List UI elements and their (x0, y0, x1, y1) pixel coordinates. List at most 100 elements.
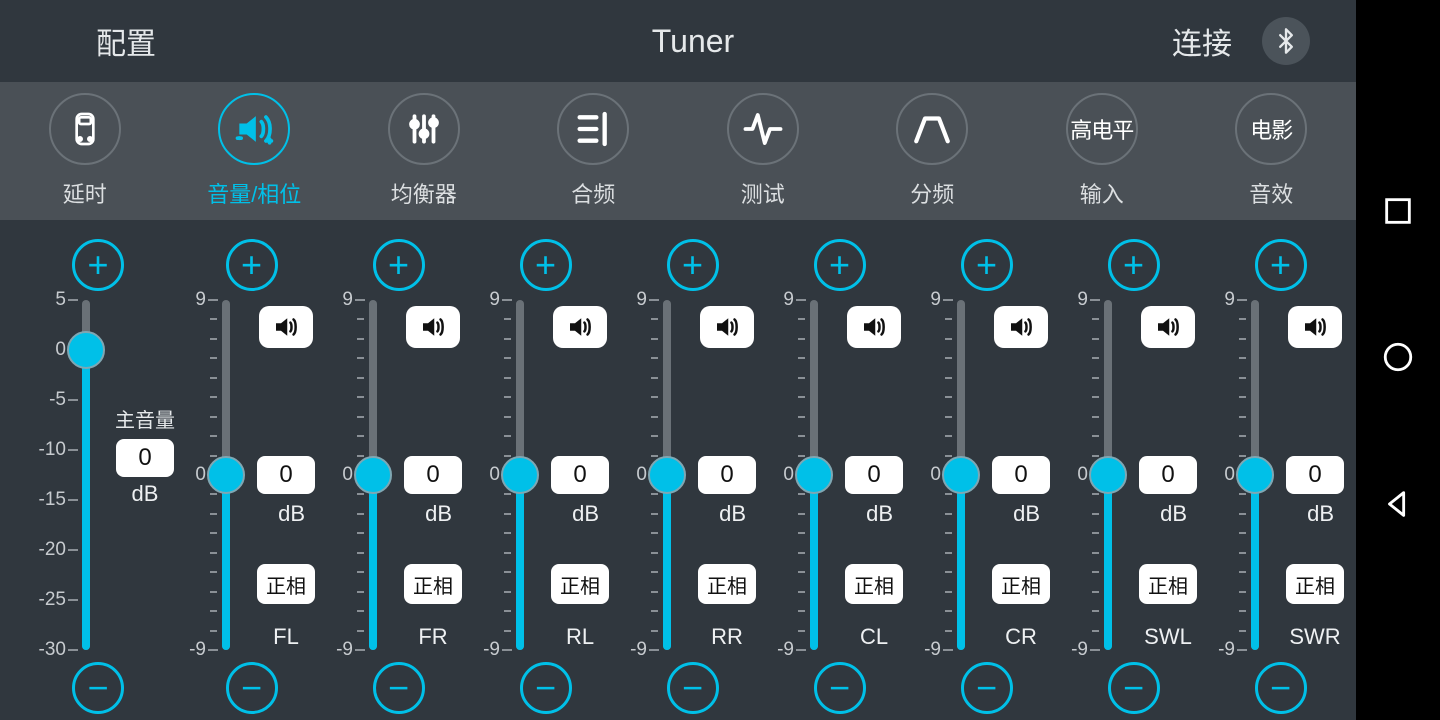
minus-button-swr[interactable]: − (1255, 662, 1307, 714)
slider-track-rl[interactable] (516, 300, 524, 650)
mute-button-swl[interactable] (1141, 306, 1195, 348)
nav-home-icon[interactable] (1381, 340, 1415, 379)
tab-delay[interactable]: 延时 (0, 93, 170, 209)
plus-button-cr[interactable]: + (961, 239, 1013, 291)
minus-button-fr[interactable]: − (373, 662, 425, 714)
mute-button-fr[interactable] (406, 306, 460, 348)
minus-button-fl[interactable]: − (226, 662, 278, 714)
slider-track-swl[interactable] (1104, 300, 1112, 650)
plus-button-fl[interactable]: + (226, 239, 278, 291)
plus-button-rr[interactable]: + (667, 239, 719, 291)
tab-merge[interactable]: 合频 (509, 93, 679, 209)
phase-button-rl[interactable]: 正相 (551, 564, 609, 604)
slider-thumb-fl[interactable] (207, 456, 245, 494)
slider-thumb-cl[interactable] (795, 456, 833, 494)
slider-track-cr[interactable] (957, 300, 965, 650)
master-plus-button[interactable]: + (72, 239, 124, 291)
channel-column-cl: +90-90dB正相CL− (766, 220, 913, 720)
tab-xover[interactable]: 分频 (848, 93, 1018, 209)
plus-button-rl[interactable]: + (520, 239, 572, 291)
slider-track-master[interactable] (82, 300, 90, 650)
slider-track-swr[interactable] (1251, 300, 1259, 650)
nav-recent-icon[interactable] (1381, 194, 1415, 233)
scale-label: 5 (55, 289, 66, 311)
slider-track-rr[interactable] (663, 300, 671, 650)
slider-track-fl[interactable] (222, 300, 230, 650)
nav-back-icon[interactable] (1381, 487, 1415, 526)
scale-label: -25 (39, 589, 66, 611)
slider-track-cl[interactable] (810, 300, 818, 650)
slider-thumb-cr[interactable] (942, 456, 980, 494)
phase-button-fl[interactable]: 正相 (257, 564, 315, 604)
channel-name: CR (986, 624, 1056, 650)
slider-thumb-rr[interactable] (648, 456, 686, 494)
scale-label: -9 (630, 639, 647, 661)
bluetooth-icon[interactable] (1262, 17, 1310, 65)
page-title: Tuner (296, 23, 1090, 60)
tab-label: 输入 (1080, 177, 1124, 209)
phase-button-fr[interactable]: 正相 (404, 564, 462, 604)
channel-name: RL (545, 624, 615, 650)
car-icon (49, 93, 121, 165)
mute-button-cr[interactable] (994, 306, 1048, 348)
master-value: 0 (116, 439, 174, 477)
plus-button-swl[interactable]: + (1108, 239, 1160, 291)
mute-button-rl[interactable] (553, 306, 607, 348)
mute-button-swr[interactable] (1288, 306, 1342, 348)
phase-button-swr[interactable]: 正相 (1286, 564, 1344, 604)
plus-button-fr[interactable]: + (373, 239, 425, 291)
slider-thumb-swl[interactable] (1089, 456, 1127, 494)
slider-thumb-fr[interactable] (354, 456, 392, 494)
value-swl: 0 (1139, 456, 1197, 494)
plus-button-cl[interactable]: + (814, 239, 866, 291)
scale-label: 0 (342, 464, 353, 486)
db-label: dB (425, 501, 452, 527)
tab-input[interactable]: 高电平输入 (1017, 93, 1187, 209)
db-label: dB (132, 481, 159, 507)
scale-label: 9 (1224, 289, 1235, 311)
phase-button-swl[interactable]: 正相 (1139, 564, 1197, 604)
slider-thumb-master[interactable] (67, 331, 105, 369)
phase-button-rr[interactable]: 正相 (698, 564, 756, 604)
merge-icon (557, 93, 629, 165)
phase-button-cr[interactable]: 正相 (992, 564, 1050, 604)
value-rl: 0 (551, 456, 609, 494)
channel-column-fr: +90-90dB正相FR− (325, 220, 472, 720)
scale-label: 9 (783, 289, 794, 311)
connect-button[interactable]: 连接 (1172, 19, 1232, 63)
minus-button-rl[interactable]: − (520, 662, 572, 714)
channel-column-swl: +90-90dB正相SWL− (1060, 220, 1207, 720)
minus-button-swl[interactable]: − (1108, 662, 1160, 714)
minus-button-cr[interactable]: − (961, 662, 1013, 714)
mute-button-cl[interactable] (847, 306, 901, 348)
plus-button-swr[interactable]: + (1255, 239, 1307, 291)
tab-eq[interactable]: 均衡器 (339, 93, 509, 209)
channel-name: FR (398, 624, 468, 650)
slider-track-fr[interactable] (369, 300, 377, 650)
scale-label: -30 (39, 639, 66, 661)
scale-label: 0 (489, 464, 500, 486)
db-label: dB (572, 501, 599, 527)
minus-button-rr[interactable]: − (667, 662, 719, 714)
mute-button-rr[interactable] (700, 306, 754, 348)
tab-label: 测试 (741, 177, 785, 209)
scale-label: -9 (483, 639, 500, 661)
channel-name: SWL (1133, 624, 1203, 650)
tab-test[interactable]: 测试 (678, 93, 848, 209)
master-minus-button[interactable]: − (72, 662, 124, 714)
phase-button-cl[interactable]: 正相 (845, 564, 903, 604)
minus-button-cl[interactable]: − (814, 662, 866, 714)
slider-thumb-swr[interactable] (1236, 456, 1274, 494)
mute-button-fl[interactable] (259, 306, 313, 348)
tab-label: 均衡器 (391, 177, 457, 209)
scale-label: 0 (195, 464, 206, 486)
db-label: dB (1307, 501, 1334, 527)
channel-name: FL (251, 624, 321, 650)
scale-label: -5 (49, 389, 66, 411)
slider-thumb-rl[interactable] (501, 456, 539, 494)
tab-volume[interactable]: 音量/相位 (170, 93, 340, 209)
config-button[interactable]: 配置 (96, 19, 296, 63)
channel-column-rr: +90-90dB正相RR− (619, 220, 766, 720)
channel-name: SWR (1280, 624, 1350, 650)
tab-fx[interactable]: 电影音效 (1187, 93, 1357, 209)
